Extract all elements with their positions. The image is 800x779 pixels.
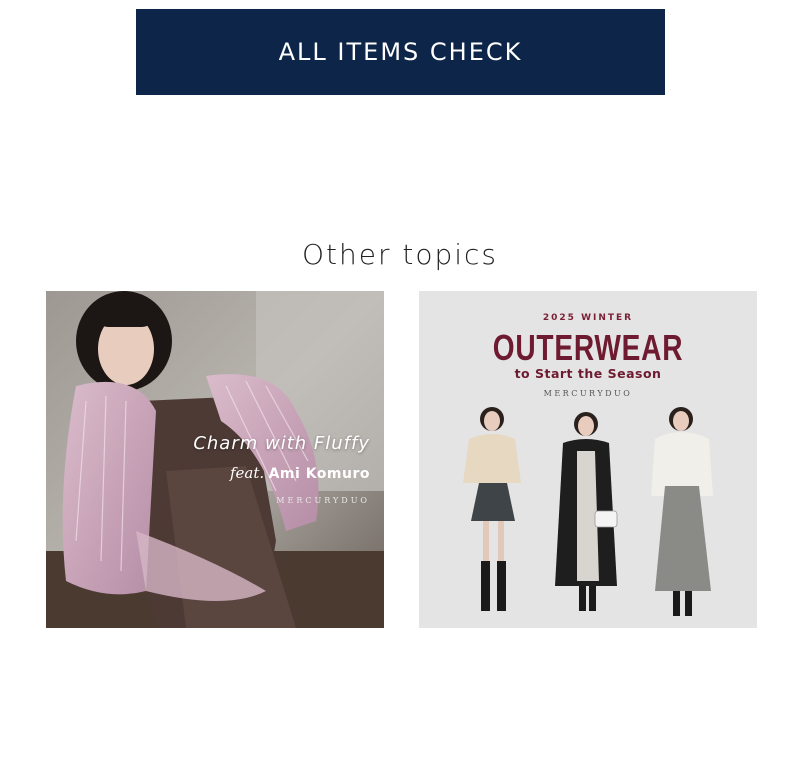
topic-caption: Charm with Fluffy feat. Ami Komuro MERCU…	[193, 433, 370, 505]
topic-title: Charm with Fluffy	[193, 433, 370, 454]
topic-feature-line: feat. Ami Komuro	[193, 464, 370, 482]
all-items-check-label: ALL ITEMS CHECK	[278, 38, 523, 66]
topic-subtitle: to Start the Season	[514, 366, 662, 381]
topic-title: OUTERWEAR	[492, 327, 684, 368]
brand-logo: MERCURYDUO	[276, 496, 370, 505]
topic-card-charm-with-fluffy[interactable]: Charm with Fluffy feat. Ami Komuro MERCU…	[46, 291, 384, 628]
brand-logo: MERCURYDUO	[543, 389, 633, 398]
feat-label: feat.	[229, 464, 265, 482]
topic-card-outerwear[interactable]: 2025 WINTER OUTERWEAR to Start the Seaso…	[419, 291, 757, 628]
model-name: Ami Komuro	[268, 466, 370, 482]
all-items-check-button[interactable]: ALL ITEMS CHECK	[136, 9, 665, 95]
other-topics-heading: Other topics	[301, 238, 499, 271]
season-label: 2025 WINTER	[542, 313, 634, 323]
